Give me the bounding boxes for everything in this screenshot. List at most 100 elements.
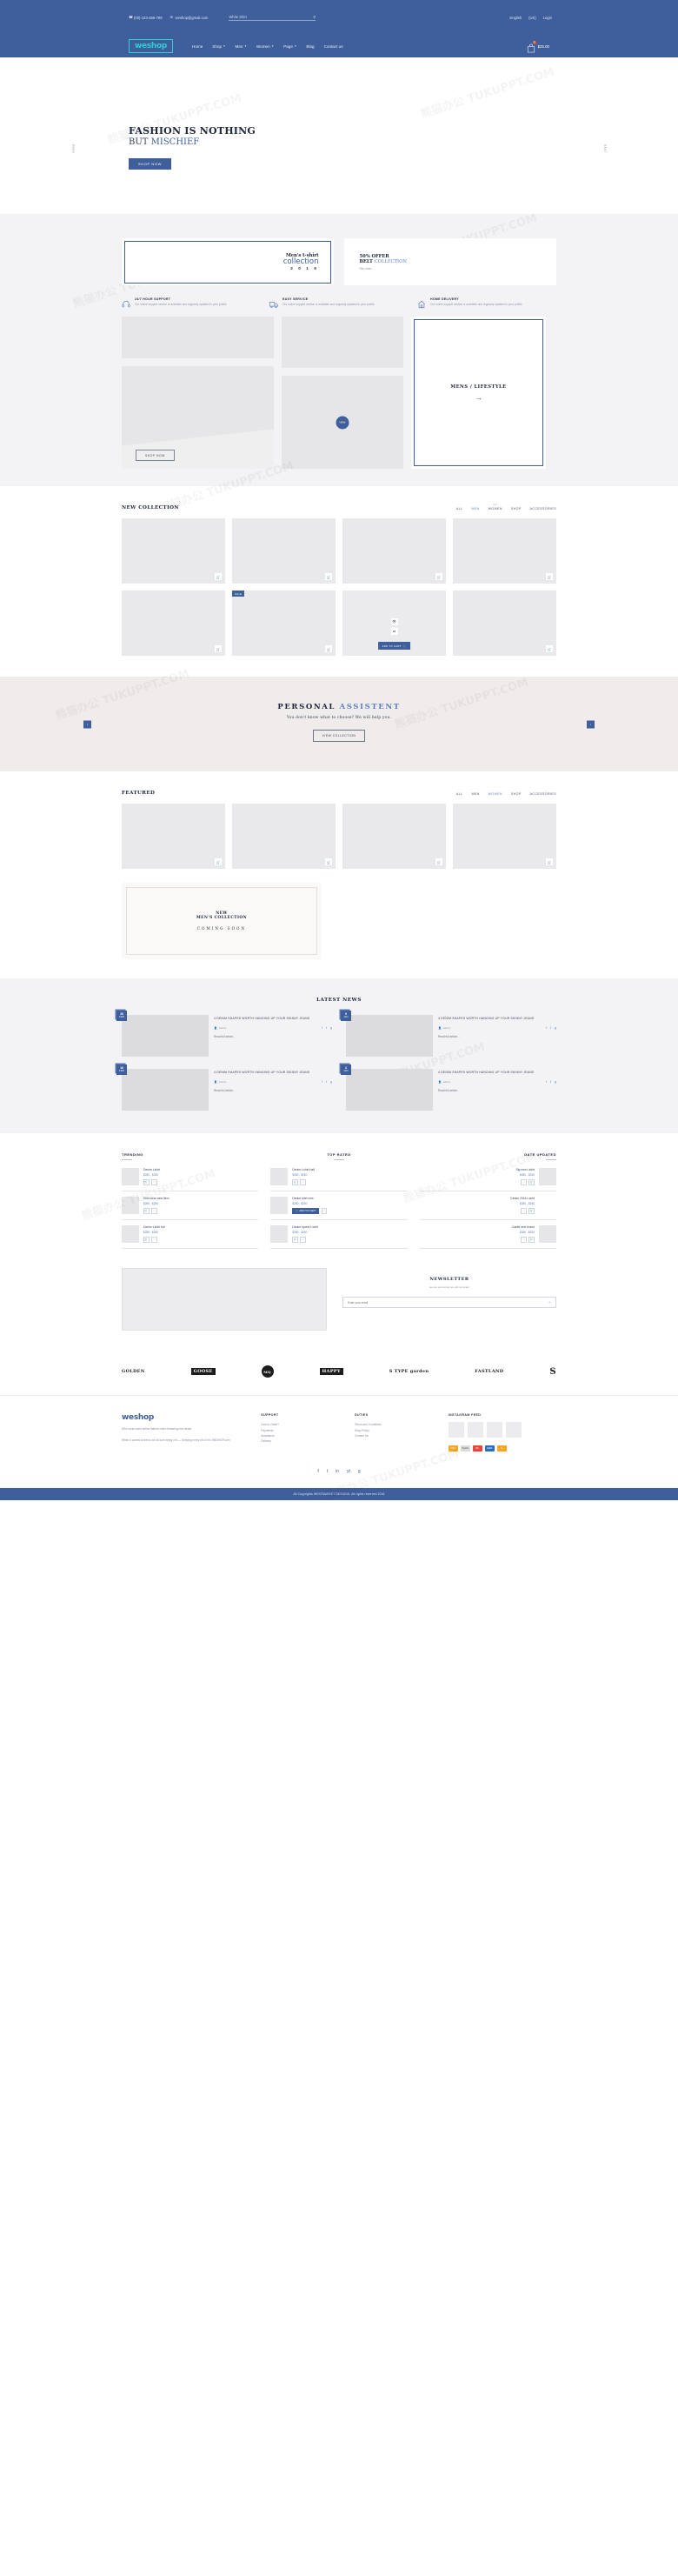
cart-icon[interactable]: 🛒 [325,645,332,653]
cart-icon[interactable]: 🛒 [215,573,222,581]
google-icon[interactable]: g [555,1080,556,1084]
news-read-link[interactable]: Read full article... [438,1089,556,1092]
cart-widget[interactable]: 0 $25.00 [527,40,549,52]
list-item[interactable]: Denim sports t-shirt $280 - $250 🛒 ♡ [270,1220,408,1250]
heart-icon[interactable]: ♡ [521,1208,527,1214]
news-item[interactable]: 9 JAN 4 DENIM SHAPES WORTH HANGING UP YO… [341,1011,556,1058]
news-read-link[interactable]: Read full article... [214,1089,332,1092]
twitter-icon[interactable]: t [550,1080,551,1084]
filter-all[interactable]: ALL [456,792,463,796]
heart-icon[interactable]: ♡ [521,1237,527,1243]
footer-link-contact-us[interactable]: Contact Us [355,1433,438,1438]
add-to-cart-button[interactable]: ADD TO CART 🛒 [377,642,411,651]
twitter-icon[interactable]: t [550,1026,551,1030]
footer-logo[interactable]: weshop [122,1413,250,1422]
google-icon[interactable]: g [330,1026,332,1030]
instagram-thumb[interactable] [505,1422,522,1438]
map-placeholder[interactable] [122,1268,327,1331]
twitter-icon[interactable]: t [327,1469,328,1474]
hero-prev-button[interactable]: PREV [71,144,75,153]
news-headline[interactable]: 4 DENIM SHAPES WORTH HANGING UP YOUR SKI… [438,1071,556,1075]
facebook-icon[interactable]: f [546,1080,547,1084]
login-link[interactable]: Login [543,16,552,20]
news-headline[interactable]: 4 DENIM SHAPES WORTH HANGING UP YOUR SKI… [438,1017,556,1021]
heart-icon[interactable]: ♡ [151,1179,157,1185]
compare-icon[interactable]: ⇄ [390,627,398,635]
banner-image-top[interactable] [122,317,274,359]
news-thumbnail[interactable] [122,1069,209,1111]
heart-icon[interactable]: ♡ [300,1237,306,1243]
filter-women[interactable]: (0) WOMEN [489,503,502,511]
filter-all[interactable]: ALL [456,507,463,511]
promo-card-mens-tshirt[interactable]: Men's t-shirt collection 2 0 1 6 [122,238,334,285]
twitter-icon[interactable]: t [326,1080,327,1084]
nav-item-contact[interactable]: Contact us [324,44,343,49]
news-thumbnail[interactable] [122,1015,209,1058]
footer-link-delivery[interactable]: Delivery [261,1438,344,1444]
product-card[interactable]: 🛒 [342,518,446,584]
youtube-icon[interactable]: yt [347,1469,350,1474]
filter-accessories[interactable]: ACCESSORIES [530,507,556,511]
product-card-sale[interactable]: SALE 🛒 [232,591,336,657]
banner-shop-now[interactable]: SHOP NOW [122,366,274,470]
banner-image-mid-bottom[interactable]: NEW [282,376,403,470]
product-card[interactable]: 🛒 [342,804,446,870]
product-card[interactable]: 🛒 [122,591,225,657]
list-item[interactable]: Denim 2016 t-shirt $280 - $250 ♡ 🛒 [419,1191,556,1221]
cart-icon[interactable]: 🛒 [143,1179,150,1185]
product-card[interactable]: 🛒 [122,804,225,870]
instagram-thumb[interactable] [467,1422,483,1438]
heart-icon[interactable]: ♡ [321,1208,328,1214]
cart-icon[interactable]: 🛒 [546,858,553,866]
cart-icon[interactable]: 🛒 [435,573,442,581]
banner-mens-lifestyle[interactable]: MENS / LIFESTYLE → [411,317,546,470]
list-item[interactable]: Sig new t-shirt $280 - $250 ♡ 🛒 [419,1163,556,1192]
list-item[interactable]: Castle new brand $280 - $250 ♡ 🛒 [419,1220,556,1250]
linkedin-icon[interactable]: in [336,1469,339,1474]
nav-item-men[interactable]: Men ▼ [236,44,247,49]
currency-selector[interactable]: (US) [528,16,536,20]
product-card[interactable]: 🛒 [453,518,556,584]
hero-shop-now-button[interactable]: SHOP NOW [129,158,171,170]
instagram-thumb[interactable] [448,1422,464,1438]
news-headline[interactable]: 4 DENIM SHAPES WORTH HANGING UP YOUR SKI… [214,1071,332,1075]
filter-men[interactable]: MEN [471,507,479,511]
shopping-bag-icon[interactable]: 0 [527,40,536,52]
news-headline[interactable]: 4 DENIM SHAPES WORTH HANGING UP YOUR SKI… [214,1017,332,1021]
twitter-icon[interactable]: t [326,1026,327,1030]
newsletter-submit-button[interactable]: → [547,1300,551,1305]
cart-icon[interactable]: 🛒 [528,1237,535,1243]
filter-shop[interactable]: SHOP [511,792,522,796]
view-collection-button[interactable]: VIEW COLLECTION [312,730,366,743]
product-card[interactable]: 🛒 [453,804,556,870]
cart-icon[interactable]: 🛒 [546,645,553,653]
list-item[interactable]: Denim t-shirt $280 - $250 🛒 ♡ [122,1163,259,1192]
promo-card-belt[interactable]: 50% OFFER BELT COLLECTION See more... [343,238,556,285]
cart-icon[interactable]: 🛒 [325,573,332,581]
product-card[interactable]: 🛒 [232,804,336,870]
cart-icon[interactable]: 🛒 [215,645,222,653]
news-thumbnail[interactable] [346,1015,433,1058]
cart-icon[interactable]: 🛒 [528,1179,535,1185]
nav-item-blog[interactable]: Blog [306,44,314,49]
filter-shop[interactable]: SHOP [511,507,522,511]
google-icon[interactable]: g [330,1080,332,1084]
banner-image-mid-top[interactable] [282,317,403,369]
search-input[interactable] [229,14,299,19]
eye-icon[interactable]: 👁 [390,617,398,625]
cart-icon[interactable]: 🛒 [546,573,553,581]
cart-icon[interactable]: 🛒 [143,1208,150,1214]
news-item[interactable]: 26 FEB 4 DENIM SHAPES WORTH HANGING UP Y… [116,1011,332,1058]
list-item[interactable]: Denim shirt new $280 - $250 🛒 ADD TO CAR… [270,1191,408,1221]
newsletter-email-input[interactable] [348,1300,547,1305]
heart-icon[interactable]: ♡ [300,1179,306,1185]
nav-item-home[interactable]: Home [192,44,203,49]
heart-icon[interactable]: ♡ [151,1237,157,1243]
news-item[interactable]: 16 FEB 4 DENIM SHAPES WORTH HANGING UP Y… [116,1064,332,1111]
add-to-cart-button[interactable]: 🛒 ADD TO CART [292,1208,320,1214]
product-card[interactable]: 🛒 [232,518,336,584]
filter-women[interactable]: WOMEN [489,792,502,796]
cart-icon[interactable]: 🛒 [435,858,442,866]
list-item[interactable]: Slim wear new item $280 - $250 🛒 ♡ [122,1191,259,1221]
nav-item-shop[interactable]: Shop ▼ [212,44,225,49]
